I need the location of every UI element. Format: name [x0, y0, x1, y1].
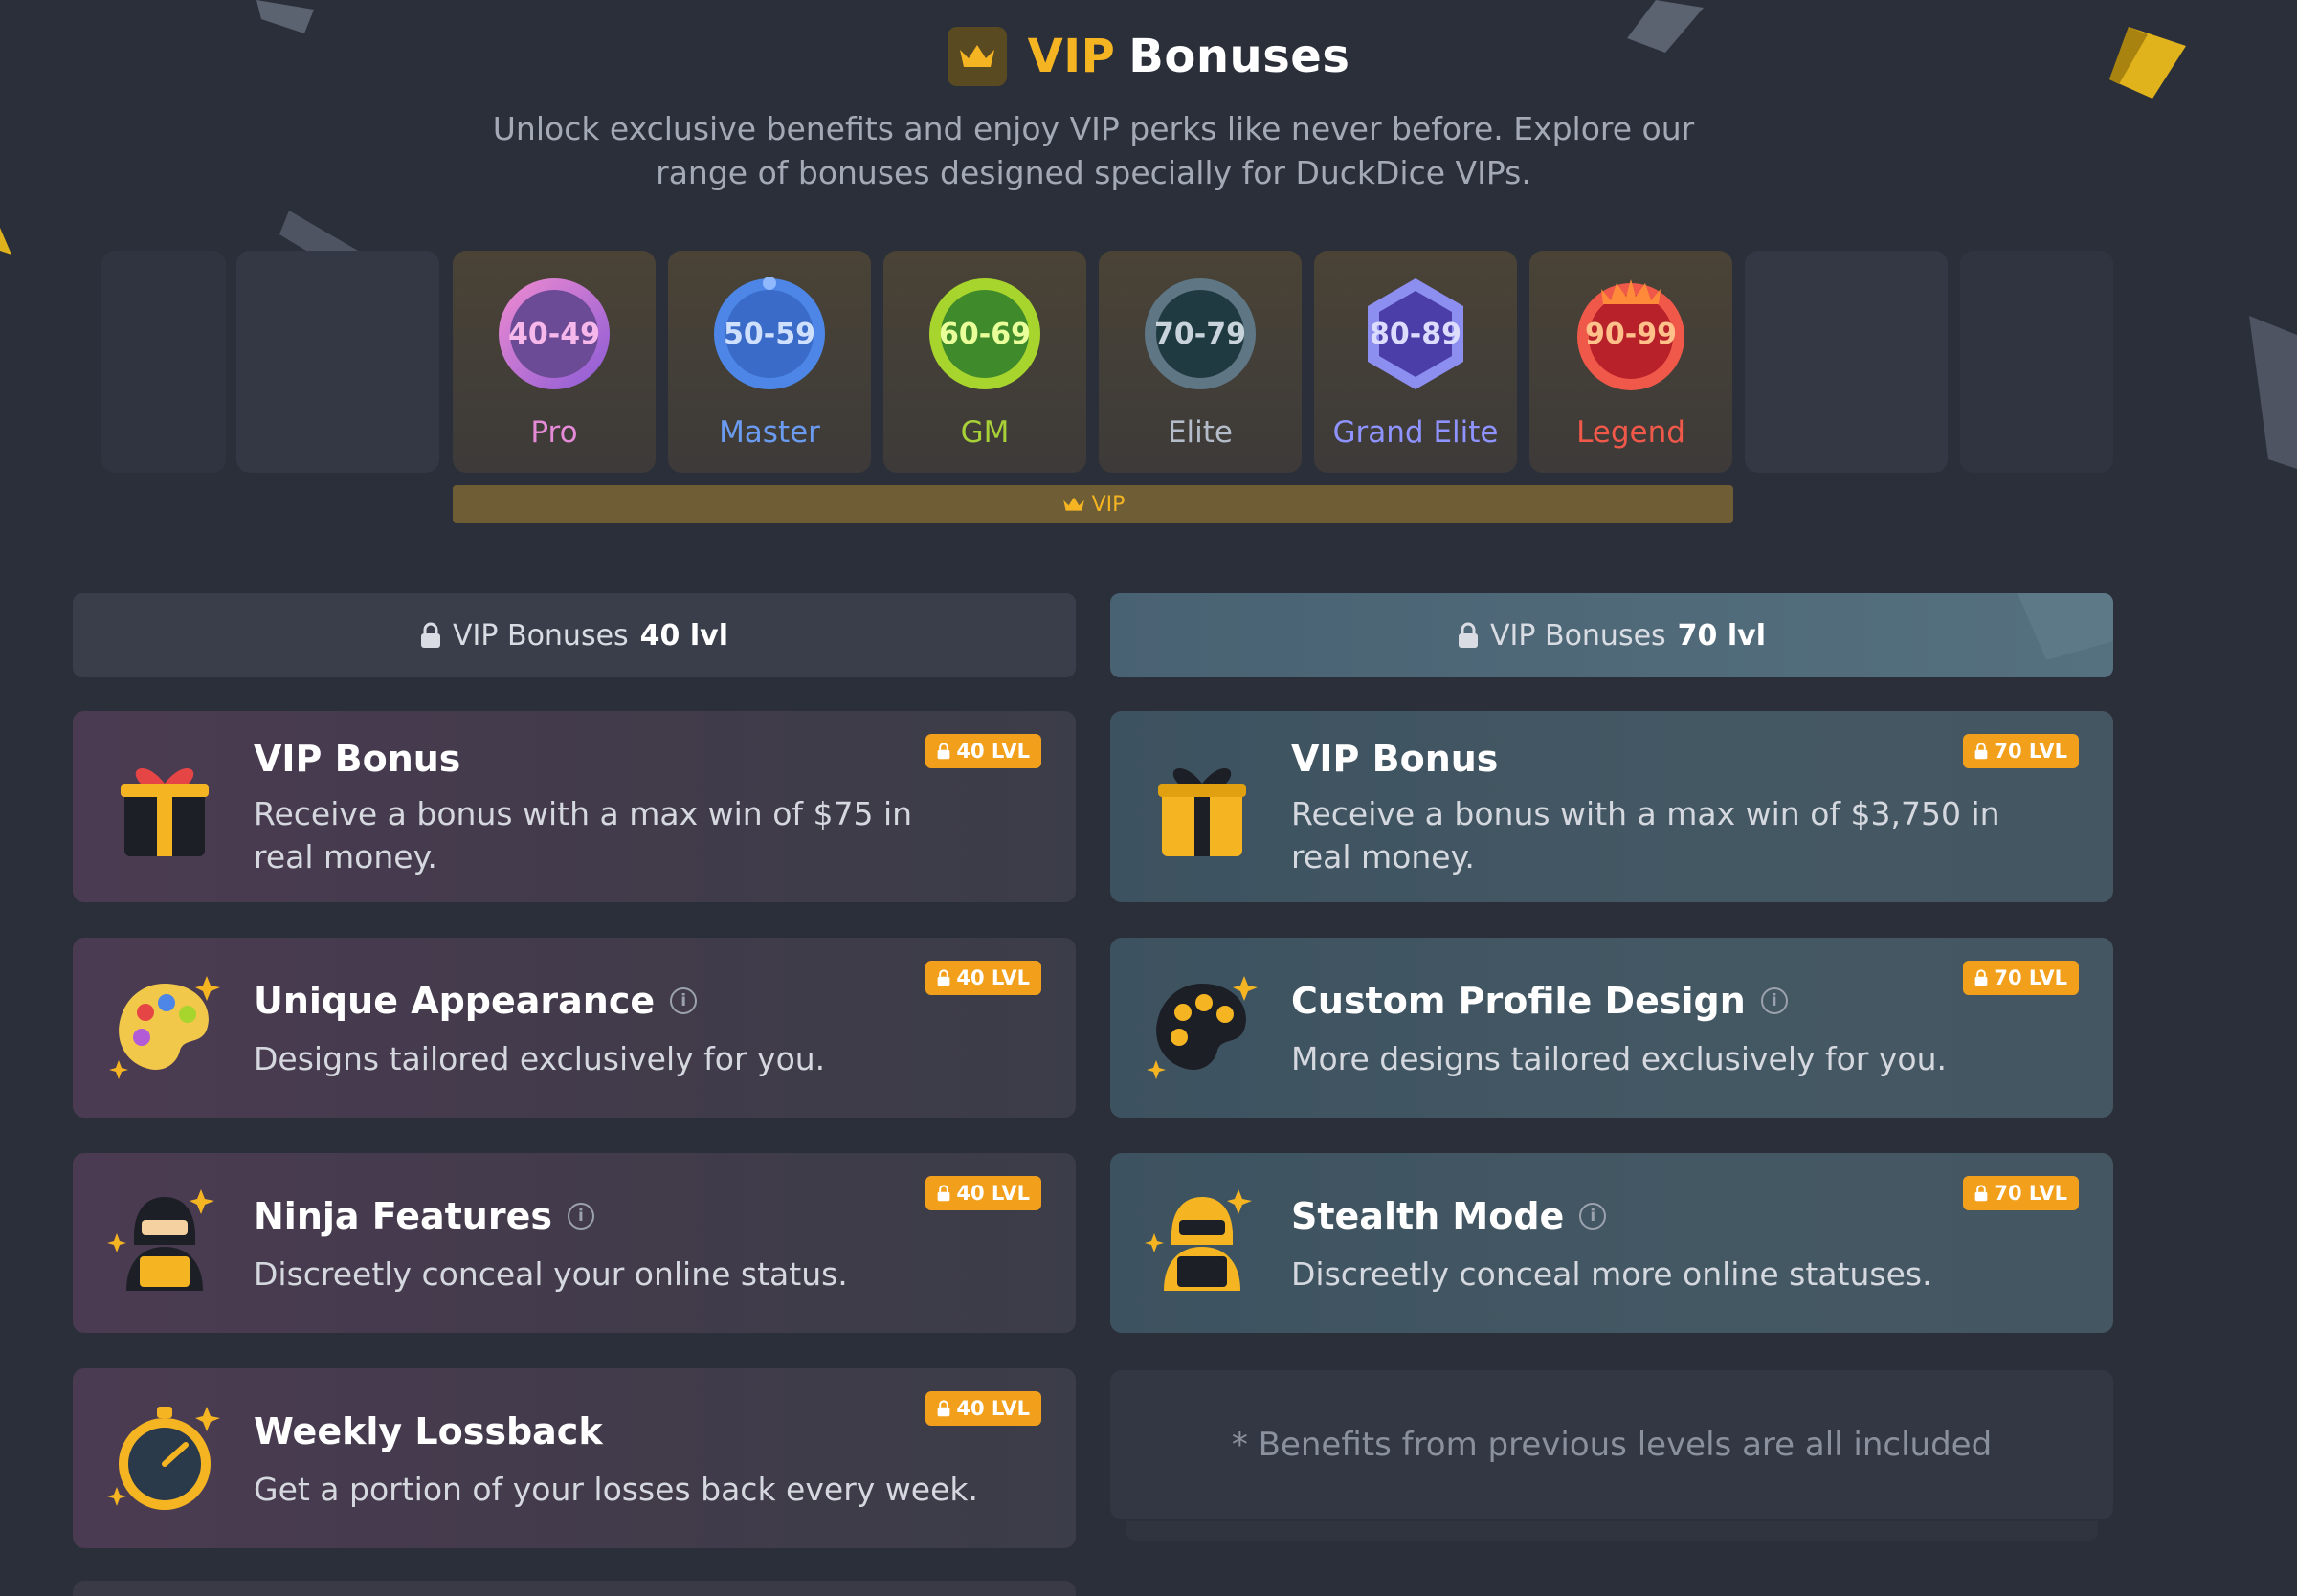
card-description: Discreetly conceal your online status. — [254, 1255, 848, 1293]
level-badge: 70 LVL — [1963, 1176, 2079, 1210]
crown-icon — [947, 27, 1007, 86]
lock-icon — [1974, 1185, 1988, 1202]
stopwatch-icon — [107, 1407, 220, 1510]
bonus-card-unique-appearance[interactable]: Unique Appearance i Designs tailored excl… — [73, 938, 1076, 1118]
page-subtitle: Unlock exclusive benefits and enjoy VIP … — [492, 110, 1695, 191]
master-level-badge-icon: 50-59 — [711, 276, 828, 392]
vip-levels-carousel: 40-49 Pro 50-59 Master 60-69 GM 70-79 El… — [0, 251, 2297, 473]
card-description: Designs tailored exclusively for you. — [254, 1040, 826, 1077]
level-badge: 40 LVL — [925, 1176, 1041, 1210]
level-badge: 40 LVL — [925, 961, 1041, 995]
ninja-icon — [107, 1189, 214, 1291]
level-tile-empty — [236, 251, 439, 473]
level-name: Elite — [1167, 415, 1234, 450]
card-title: VIP Bonus — [1291, 738, 1499, 780]
card-description: Receive a bonus with a max win of $3,750… — [1291, 795, 2000, 876]
level-name: GM — [960, 415, 1010, 450]
info-icon[interactable]: i — [1579, 1203, 1607, 1230]
confetti-decoration — [2018, 593, 2113, 660]
ninja-icon — [1145, 1189, 1252, 1291]
legend-level-badge-icon: 90-99 — [1572, 276, 1689, 392]
pro-level-badge-icon: 40-49 — [496, 276, 613, 392]
level-name: Master — [719, 415, 820, 450]
bonus-card-partial — [73, 1581, 1076, 1596]
tab-vip-bonuses-70[interactable]: VIP Bonuses 70 lvl — [1110, 593, 2113, 677]
card-description: Get a portion of your losses back every … — [254, 1471, 978, 1508]
lock-icon — [937, 743, 950, 760]
lock-icon — [937, 1400, 950, 1417]
lock-icon — [937, 1185, 950, 1202]
info-icon[interactable]: i — [1760, 987, 1788, 1014]
page-header: VIP Bonuses — [0, 27, 2297, 86]
tab-level: 40 lvl — [639, 618, 728, 653]
card-title: Custom Profile Design i — [1291, 980, 1788, 1022]
vip-range-bar: VIP — [453, 485, 1733, 523]
palette-icon — [109, 976, 220, 1079]
level-tile-pro[interactable]: 40-49 Pro — [453, 251, 656, 473]
card-title: Stealth Mode i — [1291, 1195, 1607, 1237]
info-icon[interactable]: i — [567, 1203, 594, 1230]
card-description: Discreetly conceal more online statuses. — [1291, 1255, 1932, 1293]
level-tile-empty — [101, 251, 226, 473]
level-tile-gm[interactable]: 60-69 GM — [883, 251, 1086, 473]
elite-level-badge-icon: 70-79 — [1142, 276, 1259, 392]
tab-label: VIP Bonuses — [1489, 618, 1666, 653]
bonus-card-stealth-mode[interactable]: Stealth Mode i Discreetly conceal more on… — [1110, 1153, 2113, 1333]
lock-icon — [1458, 622, 1478, 648]
card-title: VIP Bonus — [254, 738, 461, 780]
level-tile-master[interactable]: 50-59 Master — [668, 251, 871, 473]
gift-icon — [1158, 768, 1246, 856]
bonus-card-ninja-features[interactable]: Ninja Features i Discreetly conceal your … — [73, 1153, 1076, 1333]
info-icon[interactable]: i — [670, 987, 698, 1014]
vip-bar-label: VIP — [1091, 492, 1126, 517]
tab-label: VIP Bonuses — [452, 618, 629, 653]
tab-level: 70 lvl — [1677, 618, 1766, 653]
level-name: Pro — [530, 415, 578, 450]
gm-level-badge-icon: 60-69 — [926, 276, 1043, 392]
grand-elite-level-badge-icon: 80-89 — [1357, 276, 1474, 392]
level-tile-grand-elite[interactable]: 80-89 Grand Elite — [1314, 251, 1517, 473]
bonus-card-vip-bonus-70[interactable]: VIP Bonus Receive a bonus with a max win… — [1110, 711, 2113, 902]
level-badge: 40 LVL — [925, 1391, 1041, 1426]
card-title: Ninja Features i — [254, 1195, 594, 1237]
crown-icon — [1062, 497, 1084, 511]
level-tile-elite[interactable]: 70-79 Elite — [1099, 251, 1302, 473]
tab-vip-bonuses-40[interactable]: VIP Bonuses 40 lvl — [73, 593, 1076, 677]
lock-icon — [937, 969, 950, 986]
lock-icon — [1974, 743, 1988, 760]
level-name: Grand Elite — [1332, 415, 1499, 450]
note-shadow — [1126, 1521, 2098, 1541]
palette-icon — [1147, 976, 1258, 1079]
gift-icon — [121, 768, 209, 856]
level-tile-empty — [1745, 251, 1948, 473]
level-name: Legend — [1576, 415, 1685, 450]
page-title: VIP Bonuses — [1027, 30, 1350, 83]
bonus-card-vip-bonus-40[interactable]: VIP Bonus Receive a bonus with a max win… — [73, 711, 1076, 902]
level-badge: 40 LVL — [925, 734, 1041, 768]
lock-icon — [1974, 969, 1988, 986]
lock-icon — [420, 622, 440, 648]
card-description: More designs tailored exclusively for yo… — [1291, 1040, 1947, 1077]
card-title: Weekly Lossback — [254, 1410, 603, 1452]
benefits-note: * Benefits from previous levels are all … — [1110, 1370, 2113, 1519]
level-badge: 70 LVL — [1963, 961, 2079, 995]
level-badge: 70 LVL — [1963, 734, 2079, 768]
bonus-card-weekly-lossback[interactable]: Weekly Lossback Get a portion of your lo… — [73, 1368, 1076, 1548]
level-tile-legend[interactable]: 90-99 Legend — [1529, 251, 1732, 473]
card-description: Receive a bonus with a max win of $75 in… — [254, 795, 913, 876]
bonus-card-custom-profile-design[interactable]: Custom Profile Design i More designs tail… — [1110, 938, 2113, 1118]
level-tile-empty — [1960, 251, 2113, 473]
card-title: Unique Appearance i — [254, 980, 698, 1022]
